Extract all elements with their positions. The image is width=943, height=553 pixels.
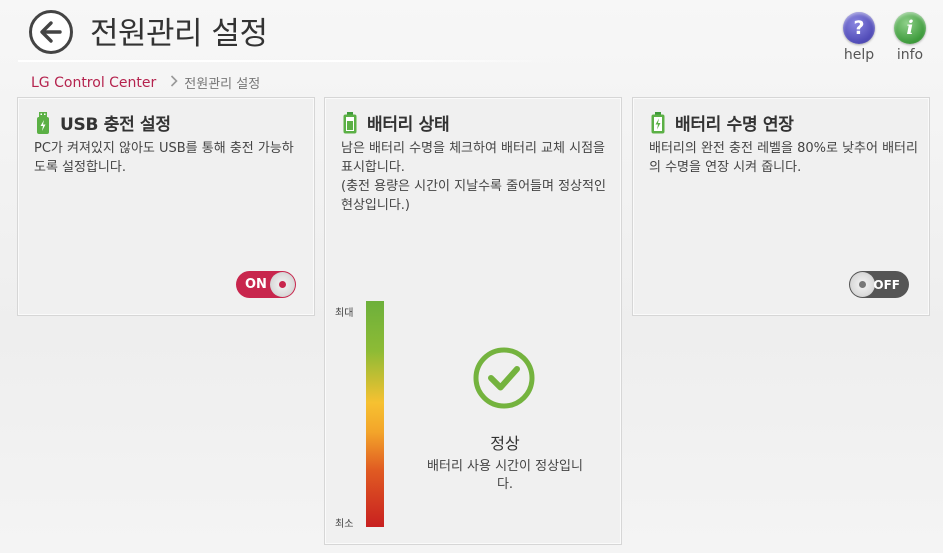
battery-status-description: 남은 배터리 수명을 체크하여 배터리 교체 시점을 표시합니다. (충전 용량… <box>341 139 611 215</box>
battery-charge-icon <box>651 111 665 134</box>
battery-life-toggle[interactable]: OFF <box>849 271 909 298</box>
gauge-max-label: 최대 <box>335 308 354 319</box>
chevron-right-icon <box>170 74 178 91</box>
life-toggle-label: OFF <box>873 277 900 292</box>
info-icon: i <box>894 12 926 44</box>
battery-status-header: 배터리 상태 <box>343 110 450 135</box>
battery-life-description: 배터리의 완전 충전 레벨을 80%로 낮추어 배터리의 수명을 연장 시켜 줍… <box>649 141 918 175</box>
battery-status-value: 정상 <box>490 434 520 453</box>
usb-toggle-label: ON <box>245 277 267 292</box>
battery-life-title: 배터리 수명 연장 <box>675 115 794 135</box>
toggle-knob <box>270 272 295 297</box>
help-icon: ? <box>843 12 875 44</box>
usb-charge-description: PC가 켜져있지 않아도 USB를 통해 충전 가능하도록 설정합니다. <box>34 141 294 175</box>
battery-life-header: 배터리 수명 연장 <box>651 110 794 135</box>
battery-health-gauge <box>366 301 384 527</box>
info-label: info <box>896 47 924 63</box>
breadcrumb: LG Control Center 전원관리 설정 <box>31 73 261 93</box>
usb-charge-title: USB 충전 설정 <box>60 115 171 135</box>
usb-charge-toggle[interactable]: ON <box>236 271 296 298</box>
battery-status-message: 배터리 사용 시간이 정상입니다. <box>427 459 583 492</box>
gauge-min-label: 최소 <box>335 519 354 530</box>
checkmark-circle-icon <box>471 345 537 415</box>
battery-description-line: 남은 배터리 수명을 체크하여 배터리 교체 시점을 표시합니다. <box>341 141 605 175</box>
breadcrumb-current: 전원관리 설정 <box>184 77 261 92</box>
usb-charge-card: USB 충전 설정 PC가 켜져있지 않아도 USB를 통해 충전 가능하도록 … <box>17 97 315 316</box>
battery-life-card: 배터리 수명 연장 배터리의 완전 충전 레벨을 80%로 낮추어 배터리의 수… <box>632 97 930 316</box>
header: 전원관리 설정 ? help i info <box>0 0 943 70</box>
help-button[interactable]: ? help <box>841 12 877 63</box>
page-title: 전원관리 설정 <box>90 16 268 52</box>
back-arrow-icon <box>40 21 62 43</box>
breadcrumb-home-link[interactable]: LG Control Center <box>31 75 156 91</box>
battery-description-note: (충전 용량은 시간이 지날수록 줄어들며 정상적인 현상입니다.) <box>341 179 606 213</box>
battery-icon <box>343 111 357 134</box>
help-label: help <box>843 47 875 63</box>
usb-icon <box>36 111 50 134</box>
toggle-knob <box>850 272 875 297</box>
battery-status-card: 배터리 상태 남은 배터리 수명을 체크하여 배터리 교체 시점을 표시합니다.… <box>324 97 622 545</box>
usb-charge-header: USB 충전 설정 <box>36 110 171 135</box>
back-button[interactable] <box>29 10 73 54</box>
title-divider <box>18 60 558 62</box>
battery-status-title: 배터리 상태 <box>367 115 450 135</box>
info-button[interactable]: i info <box>892 12 928 63</box>
